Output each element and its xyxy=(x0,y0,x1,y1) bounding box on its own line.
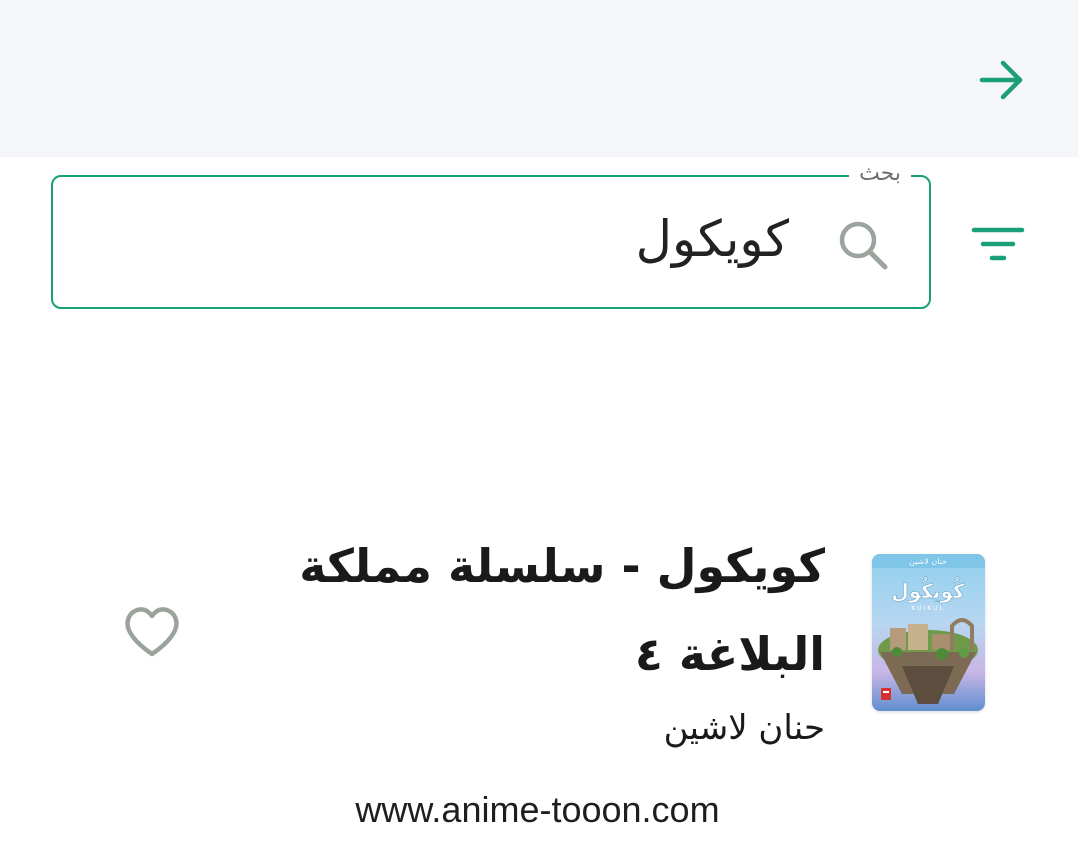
favorite-button[interactable] xyxy=(120,602,184,662)
top-app-bar xyxy=(0,0,1078,157)
search-icon xyxy=(839,221,888,270)
search-field[interactable]: بحث xyxy=(51,159,931,309)
back-button[interactable] xyxy=(976,54,1028,106)
arrow-right-icon xyxy=(979,60,1023,100)
filter-icon xyxy=(971,227,1025,261)
book-author: حنان لاشين xyxy=(663,708,825,748)
heart-outline-icon xyxy=(125,607,179,657)
book-title: كويكول - سلسلة مملكة البلاغة ٤ xyxy=(299,539,825,681)
cover-subtitle-text: KUIKUL xyxy=(911,605,944,612)
watermark-text: www.anime-tooon.com xyxy=(340,784,735,836)
search-input[interactable] xyxy=(189,199,789,279)
search-row: بحث xyxy=(0,157,1078,327)
search-field-label: بحث xyxy=(849,159,911,189)
book-cover-art: حنان لاشين كُويكُول KUIKUL xyxy=(872,554,985,711)
search-result-item[interactable]: حنان لاشين كُويكُول KUIKUL كويكول - سلسل… xyxy=(0,520,1078,780)
cover-title-text: كُويكُول xyxy=(891,577,965,603)
svg-text:حنان لاشين: حنان لاشين xyxy=(909,557,947,566)
filter-button[interactable] xyxy=(970,219,1026,269)
book-cover-image[interactable]: حنان لاشين كُويكُول KUIKUL xyxy=(872,554,985,711)
search-screen: بحث حنان لاشين xyxy=(0,0,1078,856)
